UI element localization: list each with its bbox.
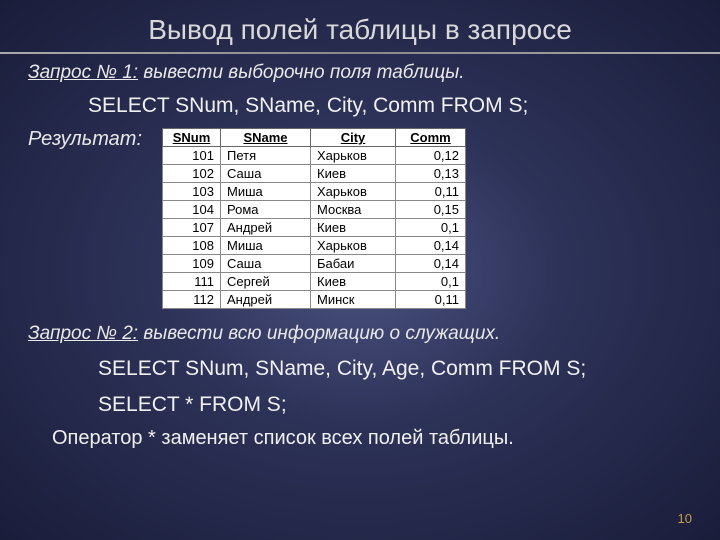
table-row: 109СашаБабаи0,14 bbox=[163, 255, 466, 273]
query2-label: Запрос № 2: bbox=[28, 323, 138, 344]
cell-snum: 103 bbox=[163, 183, 221, 201]
cell-sname: Миша bbox=[221, 237, 311, 255]
cell-snum: 108 bbox=[163, 237, 221, 255]
table-row: 103МишаХарьков0,11 bbox=[163, 183, 466, 201]
query2-sql1: SELECT SNum, SName, City, Age, Comm FROM… bbox=[98, 357, 692, 381]
query2-sql2: SELECT * FROM S; bbox=[98, 393, 692, 417]
cell-snum: 104 bbox=[163, 201, 221, 219]
cell-comm: 0,12 bbox=[396, 147, 466, 165]
table-header-row: SNum SName City Comm bbox=[163, 129, 466, 147]
table-row: 102СашаКиев0,13 bbox=[163, 165, 466, 183]
result-table: SNum SName City Comm 101ПетяХарьков0,121… bbox=[162, 128, 466, 309]
table-row: 108МишаХарьков0,14 bbox=[163, 237, 466, 255]
cell-comm: 0,14 bbox=[396, 255, 466, 273]
cell-city: Харьков bbox=[311, 237, 396, 255]
cell-sname: Саша bbox=[221, 255, 311, 273]
cell-city: Минск bbox=[311, 291, 396, 309]
table-row: 104РомаМосква0,15 bbox=[163, 201, 466, 219]
cell-comm: 0,13 bbox=[396, 165, 466, 183]
operator-note: Оператор * заменяет список всех полей та… bbox=[52, 427, 692, 450]
query2-text: вывести всю информацию о служащих. bbox=[138, 323, 500, 344]
cell-sname: Андрей bbox=[221, 291, 311, 309]
cell-comm: 0,11 bbox=[396, 291, 466, 309]
cell-snum: 111 bbox=[163, 273, 221, 291]
cell-sname: Петя bbox=[221, 147, 311, 165]
cell-sname: Андрей bbox=[221, 219, 311, 237]
cell-comm: 0,1 bbox=[396, 273, 466, 291]
cell-city: Киев bbox=[311, 273, 396, 291]
query1-line: Запрос № 1: вывести выборочно поля табли… bbox=[28, 62, 692, 84]
cell-city: Киев bbox=[311, 219, 396, 237]
table-row: 107АндрейКиев0,1 bbox=[163, 219, 466, 237]
cell-city: Киев bbox=[311, 165, 396, 183]
table-row: 101ПетяХарьков0,12 bbox=[163, 147, 466, 165]
cell-sname: Рома bbox=[221, 201, 311, 219]
cell-city: Харьков bbox=[311, 147, 396, 165]
cell-comm: 0,14 bbox=[396, 237, 466, 255]
th-comm: Comm bbox=[396, 129, 466, 147]
cell-city: Бабаи bbox=[311, 255, 396, 273]
th-city: City bbox=[311, 129, 396, 147]
cell-snum: 102 bbox=[163, 165, 221, 183]
cell-snum: 101 bbox=[163, 147, 221, 165]
result-label: Результат: bbox=[28, 128, 142, 151]
query2-line: Запрос № 2: вывести всю информацию о слу… bbox=[28, 323, 692, 345]
cell-sname: Саша bbox=[221, 165, 311, 183]
cell-snum: 109 bbox=[163, 255, 221, 273]
cell-comm: 0,11 bbox=[396, 183, 466, 201]
cell-sname: Миша bbox=[221, 183, 311, 201]
cell-snum: 107 bbox=[163, 219, 221, 237]
table-row: 112АндрейМинск0,11 bbox=[163, 291, 466, 309]
cell-city: Москва bbox=[311, 201, 396, 219]
query1-label: Запрос № 1: bbox=[28, 62, 138, 83]
slide-title: Вывод полей таблицы в запросе bbox=[0, 0, 720, 46]
th-snum: SNum bbox=[163, 129, 221, 147]
cell-sname: Сергей bbox=[221, 273, 311, 291]
query1-sql: SELECT SNum, SName, City, Comm FROM S; bbox=[88, 94, 692, 118]
query1-text: вывести выборочно поля таблицы. bbox=[138, 62, 464, 83]
th-sname: SName bbox=[221, 129, 311, 147]
cell-snum: 112 bbox=[163, 291, 221, 309]
cell-comm: 0,15 bbox=[396, 201, 466, 219]
table-row: 111СергейКиев0,1 bbox=[163, 273, 466, 291]
cell-city: Харьков bbox=[311, 183, 396, 201]
page-number: 10 bbox=[678, 511, 692, 526]
cell-comm: 0,1 bbox=[396, 219, 466, 237]
